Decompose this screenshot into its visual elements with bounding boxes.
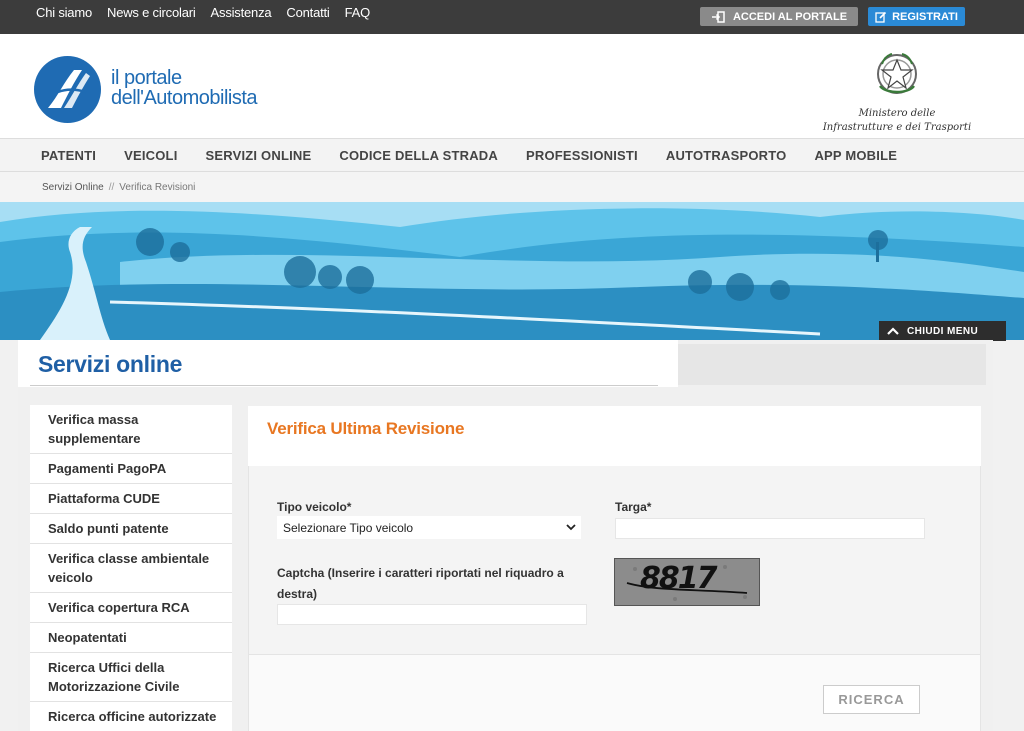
nav-servizi-online[interactable]: SERVIZI ONLINE [206, 148, 312, 163]
ministry-name: Ministero delle Infrastrutture e dei Tra… [812, 107, 982, 135]
top-link-chi-siamo[interactable]: Chi siamo [36, 5, 92, 20]
captcha-input[interactable] [277, 604, 587, 625]
top-link-contatti[interactable]: Contatti [286, 5, 329, 20]
sidebar-item-neopatentati[interactable]: Neopatentati [30, 623, 232, 653]
vehicle-type-value: Selezionare Tipo veicolo [283, 520, 414, 535]
chevron-down-icon [566, 524, 576, 531]
plate-input[interactable] [615, 518, 925, 539]
close-menu-button[interactable]: CHIUDI MENU [879, 321, 1006, 341]
nav-codice-della-strada[interactable]: CODICE DELLA STRADA [339, 148, 498, 163]
breadcrumb-root[interactable]: Servizi Online [42, 182, 104, 193]
form-title: Verifica Ultima Revisione [267, 419, 465, 438]
site-header: il portale dell'Automobilista Ministero … [0, 34, 1024, 138]
nav-patenti[interactable]: PATENTI [41, 148, 96, 163]
nav-professionisti[interactable]: PROFESSIONISTI [526, 148, 638, 163]
top-links: Chi siamo News e circolari Assistenza Co… [36, 5, 370, 20]
login-icon [711, 10, 725, 23]
page-title: Servizi online [38, 351, 183, 377]
title-side-box [678, 344, 986, 385]
register-button[interactable]: REGISTRATI [868, 7, 965, 26]
chevron-up-icon [887, 327, 899, 335]
plate-label: Targa* [615, 500, 652, 514]
top-link-assistenza[interactable]: Assistenza [211, 5, 272, 20]
title-divider [30, 385, 658, 386]
italian-emblem-icon [877, 53, 917, 94]
logo-line-2: dell'Automobilista [111, 87, 258, 109]
services-sidebar: Verifica massa supplementare Pagamenti P… [30, 405, 232, 731]
sidebar-item-copertura-rca[interactable]: Verifica copertura RCA [30, 593, 232, 623]
sidebar-item-officine-autorizzate[interactable]: Ricerca officine autorizzate [30, 702, 232, 731]
top-link-news[interactable]: News e circolari [107, 5, 196, 20]
breadcrumb: Servizi Online // Verifica Revisioni [0, 172, 1024, 202]
sidebar-item-piattaforma-cude[interactable]: Piattaforma CUDE [30, 484, 232, 514]
sidebar-item-uffici-motorizzazione[interactable]: Ricerca Uffici della Motorizzazione Civi… [30, 653, 232, 702]
ministry-line-2: Infrastrutture e dei Trasporti [822, 122, 972, 133]
edit-icon [875, 11, 887, 23]
nav-autotrasporto[interactable]: AUTOTRASPORTO [666, 148, 787, 163]
register-label: REGISTRATI [892, 10, 958, 23]
sidebar-item-classe-ambientale[interactable]: Verifica classe ambientale veicolo [30, 544, 232, 593]
ministry-logo: Ministero delle Infrastrutture e dei Tra… [812, 50, 982, 135]
nav-app-mobile[interactable]: APP MOBILE [814, 148, 897, 163]
hero-banner [0, 202, 1024, 340]
logo-line-1: il portale [111, 67, 182, 89]
vehicle-type-label: Tipo veicolo* [277, 500, 352, 514]
breadcrumb-separator: // [108, 181, 115, 193]
nav-veicoli[interactable]: VEICOLI [124, 148, 177, 163]
vehicle-type-select[interactable]: Selezionare Tipo veicolo [277, 516, 581, 539]
captcha-image: 8817 [614, 558, 760, 606]
portal-logo-text[interactable]: il portale dell'Automobilista [111, 67, 258, 109]
login-portal-label: ACCEDI AL PORTALE [732, 10, 848, 23]
close-menu-label: CHIUDI MENU [907, 325, 979, 337]
search-button[interactable]: RICERCA [823, 685, 920, 714]
main-nav: PATENTI VEICOLI SERVIZI ONLINE CODICE DE… [0, 138, 1024, 172]
top-bar: Chi siamo News e circolari Assistenza Co… [0, 0, 1024, 34]
login-portal-button[interactable]: ACCEDI AL PORTALE [700, 7, 858, 26]
portal-logo-icon[interactable] [34, 56, 101, 123]
breadcrumb-current: Verifica Revisioni [119, 181, 196, 193]
sidebar-item-verifica-massa[interactable]: Verifica massa supplementare [30, 405, 232, 454]
top-link-faq[interactable]: FAQ [345, 5, 371, 20]
landscape-image [0, 202, 1024, 340]
captcha-label: Captcha (Inserire i caratteri riportati … [277, 566, 564, 601]
sidebar-item-saldo-punti[interactable]: Saldo punti patente [30, 514, 232, 544]
sidebar-item-pagamenti-pagopa[interactable]: Pagamenti PagoPA [30, 454, 232, 484]
ministry-line-1: Ministero delle [858, 108, 936, 119]
